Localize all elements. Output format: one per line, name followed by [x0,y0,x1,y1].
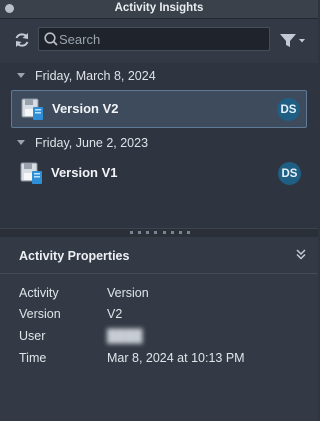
caret-down-icon[interactable] [17,73,25,78]
list-item-version-v2[interactable]: Version V2 DS [11,90,307,128]
filter-icon [280,34,305,47]
property-row: User ████ [0,327,318,347]
property-row: Activity Version [0,284,318,304]
panel-title: Activity Properties [19,249,130,263]
group-header[interactable]: Friday, June 2, 2023 [0,132,318,154]
window-title: Activity Insights [114,2,204,14]
divider [0,273,318,274]
version-name: Version V2 [52,101,119,116]
search-input[interactable] [59,30,264,48]
caret-down-icon[interactable] [17,140,25,145]
property-value: Mar 8, 2024 at 10:13 PM [107,351,245,365]
saved-version-icon [21,98,43,120]
panel-splitter[interactable] [0,228,318,237]
group-date: Friday, March 8, 2024 [35,69,156,83]
saved-version-icon [20,162,42,184]
activity-properties-panel: Activity Properties Activity Version Ver… [0,237,318,421]
user-avatar: DS [277,98,300,121]
title-bar: Activity Insights [0,0,318,19]
activity-list: Friday, March 8, 2024 Version V2 DS Frid… [0,63,318,228]
property-key: User [19,329,46,343]
group-header[interactable]: Friday, March 8, 2024 [0,65,318,87]
property-key: Activity [19,286,59,300]
double-chevron-down-icon [296,249,306,260]
property-row: Time Mar 8, 2024 at 10:13 PM [0,349,318,369]
property-value: Version [107,286,149,300]
toolbar [0,19,318,63]
property-row: Version V2 [0,305,318,325]
search-box [38,27,270,51]
group-date: Friday, June 2, 2023 [35,136,149,150]
filter-button[interactable] [278,29,308,51]
refresh-icon [15,33,29,47]
drag-handle-icon[interactable] [130,231,190,234]
collapse-button[interactable] [294,247,308,261]
redacted-user-value: ████ [107,329,143,343]
property-value: V2 [107,307,123,321]
property-key: Time [19,351,47,365]
search-icon [44,32,58,46]
list-item-version-v1[interactable]: Version V1 DS [11,155,307,193]
user-avatar: DS [278,162,301,185]
property-key: Version [19,307,61,321]
refresh-button[interactable] [11,29,33,51]
version-name: Version V1 [51,165,118,180]
